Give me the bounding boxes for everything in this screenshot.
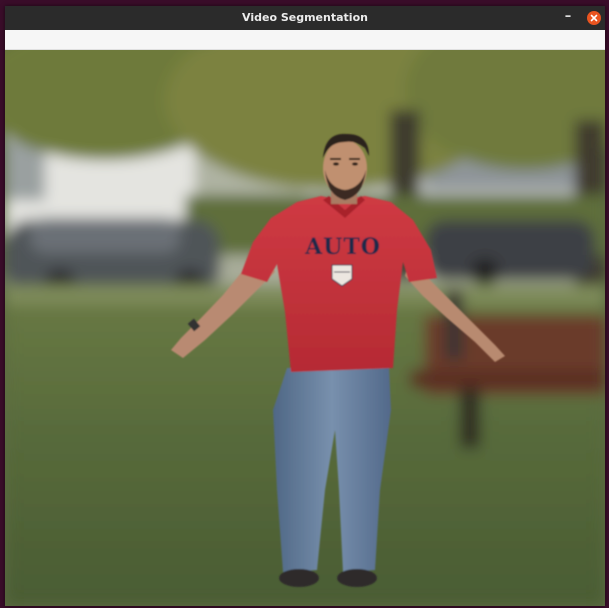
video-frame-image: AUTO: [5, 50, 605, 606]
toolbar-strip: [5, 30, 605, 50]
video-frame: AUTO: [5, 50, 605, 606]
app-window: Video Segmentation – AUTO: [5, 6, 605, 606]
title-bar[interactable]: Video Segmentation –: [5, 6, 605, 30]
minimize-icon: –: [564, 9, 572, 24]
close-icon: [590, 14, 598, 22]
minimize-button[interactable]: –: [559, 9, 577, 27]
window-title: Video Segmentation: [242, 11, 368, 24]
shirt-print-text: AUTO: [304, 234, 381, 260]
close-button[interactable]: [587, 11, 601, 25]
